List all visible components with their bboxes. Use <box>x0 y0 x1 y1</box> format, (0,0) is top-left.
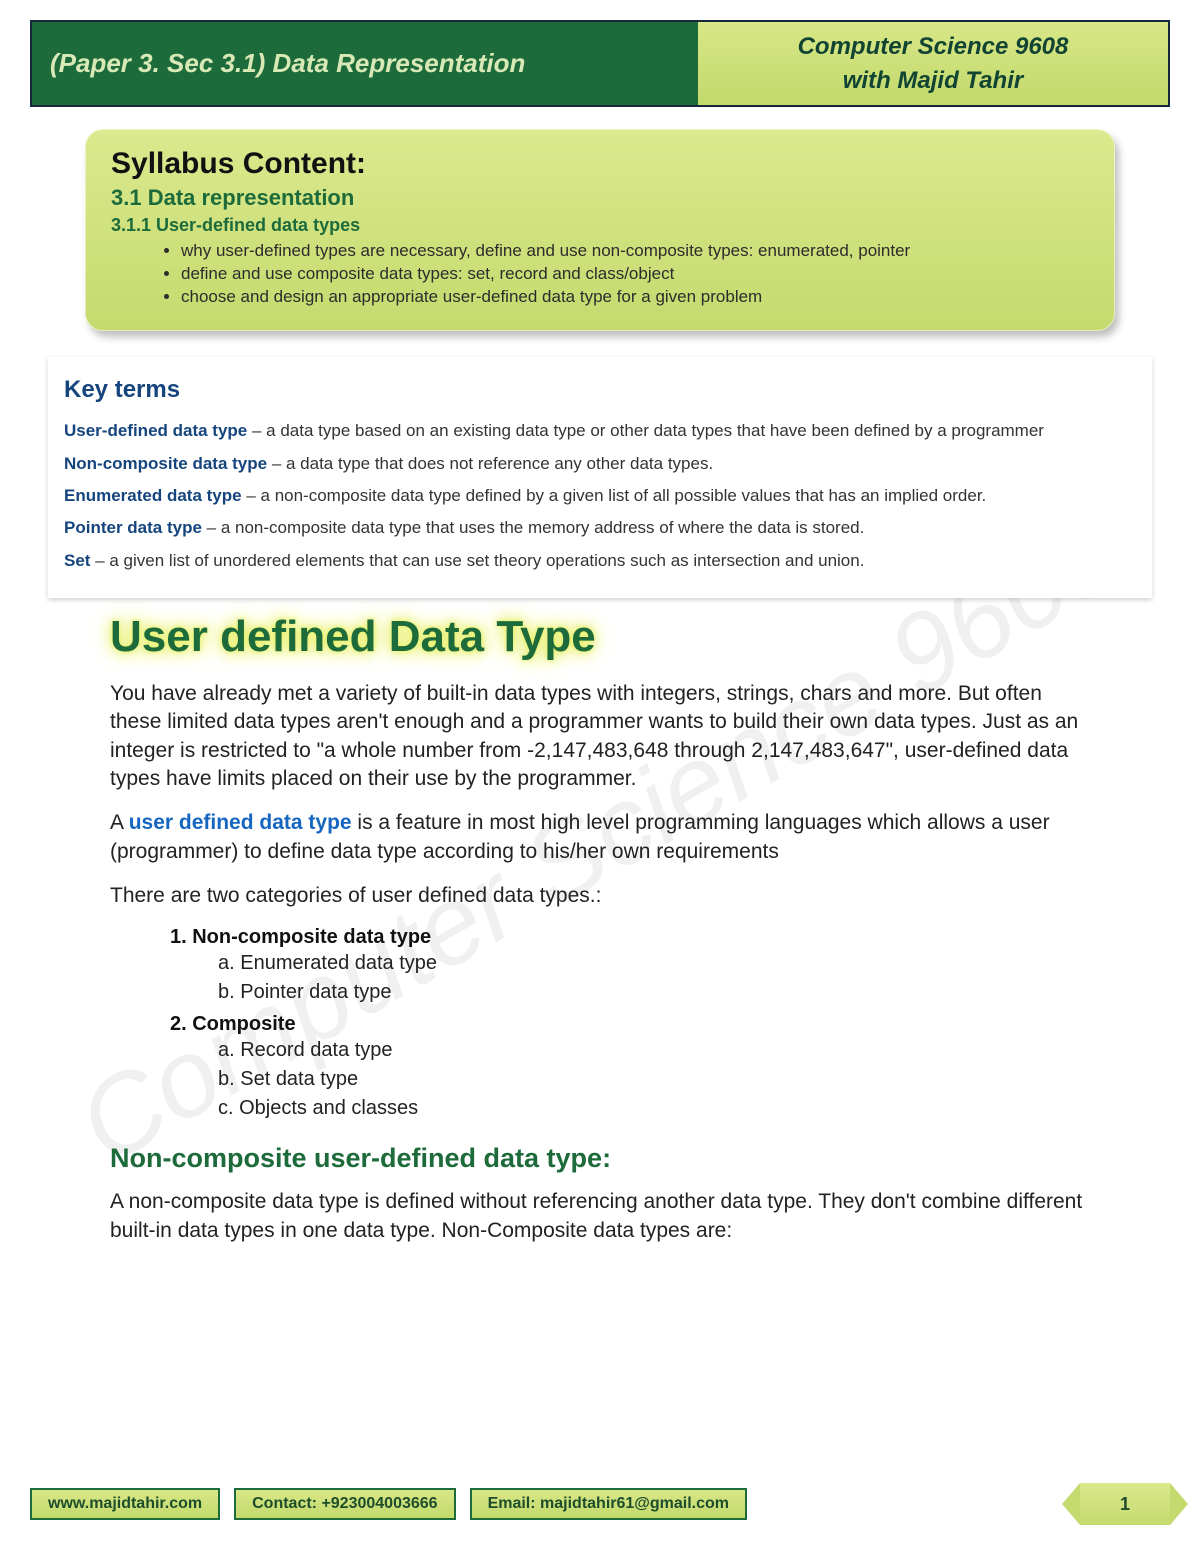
syllabus-bullet: define and use composite data types: set… <box>181 263 1089 286</box>
page-number: 1 <box>1120 1494 1130 1515</box>
list-subitem: c. Objects and classes <box>218 1094 1090 1123</box>
page-number-ribbon: 1 <box>1080 1483 1170 1525</box>
paragraph: You have already met a variety of built-… <box>110 680 1090 793</box>
key-term-row: Non-composite data type – a data type th… <box>64 451 1136 477</box>
list-item-heading: 2. Composite <box>170 1013 1090 1036</box>
section-heading: Non-composite user-defined data type: <box>110 1143 1090 1174</box>
paragraph: There are two categories of user defined… <box>110 882 1090 910</box>
key-term-def: – a data type that does not reference an… <box>267 454 713 473</box>
header-right-title: Computer Science 9608 with Majid Tahir <box>698 22 1168 105</box>
key-term-name: Non-composite data type <box>64 454 267 473</box>
document-header: (Paper 3. Sec 3.1) Data Representation C… <box>30 20 1170 107</box>
document-footer: www.majidtahir.com Contact: +92300400366… <box>30 1483 1170 1525</box>
key-term-def: – a non-composite data type defined by a… <box>242 486 987 505</box>
key-term-def: – a non-composite data type that uses th… <box>202 518 864 537</box>
list-subitem: a. Record data type <box>218 1036 1090 1065</box>
syllabus-title: Syllabus Content: <box>111 147 1089 181</box>
syllabus-content-box: Syllabus Content: 3.1 Data representatio… <box>85 129 1115 331</box>
key-term-row: Set – a given list of unordered elements… <box>64 548 1136 574</box>
inline-term-link: user defined data type <box>129 811 352 834</box>
text: A <box>110 811 129 834</box>
header-author: with Majid Tahir <box>708 64 1158 98</box>
key-term-row: User-defined data type – a data type bas… <box>64 418 1136 444</box>
footer-contact: Contact: +923004003666 <box>234 1488 455 1520</box>
paragraph: A non-composite data type is defined wit… <box>110 1188 1090 1245</box>
syllabus-subtitle: 3.1 Data representation <box>111 185 1089 211</box>
syllabus-bullet-list: why user-defined types are necessary, de… <box>181 240 1089 309</box>
header-left-title: (Paper 3. Sec 3.1) Data Representation <box>32 22 698 105</box>
header-course: Computer Science 9608 <box>708 30 1158 64</box>
key-term-name: User-defined data type <box>64 421 247 440</box>
key-term-name: Pointer data type <box>64 518 202 537</box>
syllabus-subsubtitle: 3.1.1 User-defined data types <box>111 215 1089 236</box>
list-subitem: b. Pointer data type <box>218 978 1090 1007</box>
list-subitem: a. Enumerated data type <box>218 949 1090 978</box>
key-term-def: – a data type based on an existing data … <box>247 421 1044 440</box>
syllabus-bullet: choose and design an appropriate user-de… <box>181 286 1089 309</box>
key-terms-box: Key terms User-defined data type – a dat… <box>48 357 1152 598</box>
key-term-name: Set <box>64 551 90 570</box>
main-content: User defined Data Type You have already … <box>30 612 1170 1245</box>
paragraph: A user defined data type is a feature in… <box>110 809 1090 866</box>
main-heading: User defined Data Type <box>110 612 1090 662</box>
syllabus-bullet: why user-defined types are necessary, de… <box>181 240 1089 263</box>
list-item-heading: 1. Non-composite data type <box>170 926 1090 949</box>
key-term-def: – a given list of unordered elements tha… <box>90 551 864 570</box>
key-term-row: Pointer data type – a non-composite data… <box>64 515 1136 541</box>
footer-email: Email: majidtahir61@gmail.com <box>470 1488 747 1520</box>
key-term-row: Enumerated data type – a non-composite d… <box>64 483 1136 509</box>
key-term-name: Enumerated data type <box>64 486 242 505</box>
list-subitem: b. Set data type <box>218 1065 1090 1094</box>
footer-website: www.majidtahir.com <box>30 1488 220 1520</box>
categories-list: 1. Non-composite data type a. Enumerated… <box>170 926 1090 1123</box>
key-terms-title: Key terms <box>64 371 1136 408</box>
